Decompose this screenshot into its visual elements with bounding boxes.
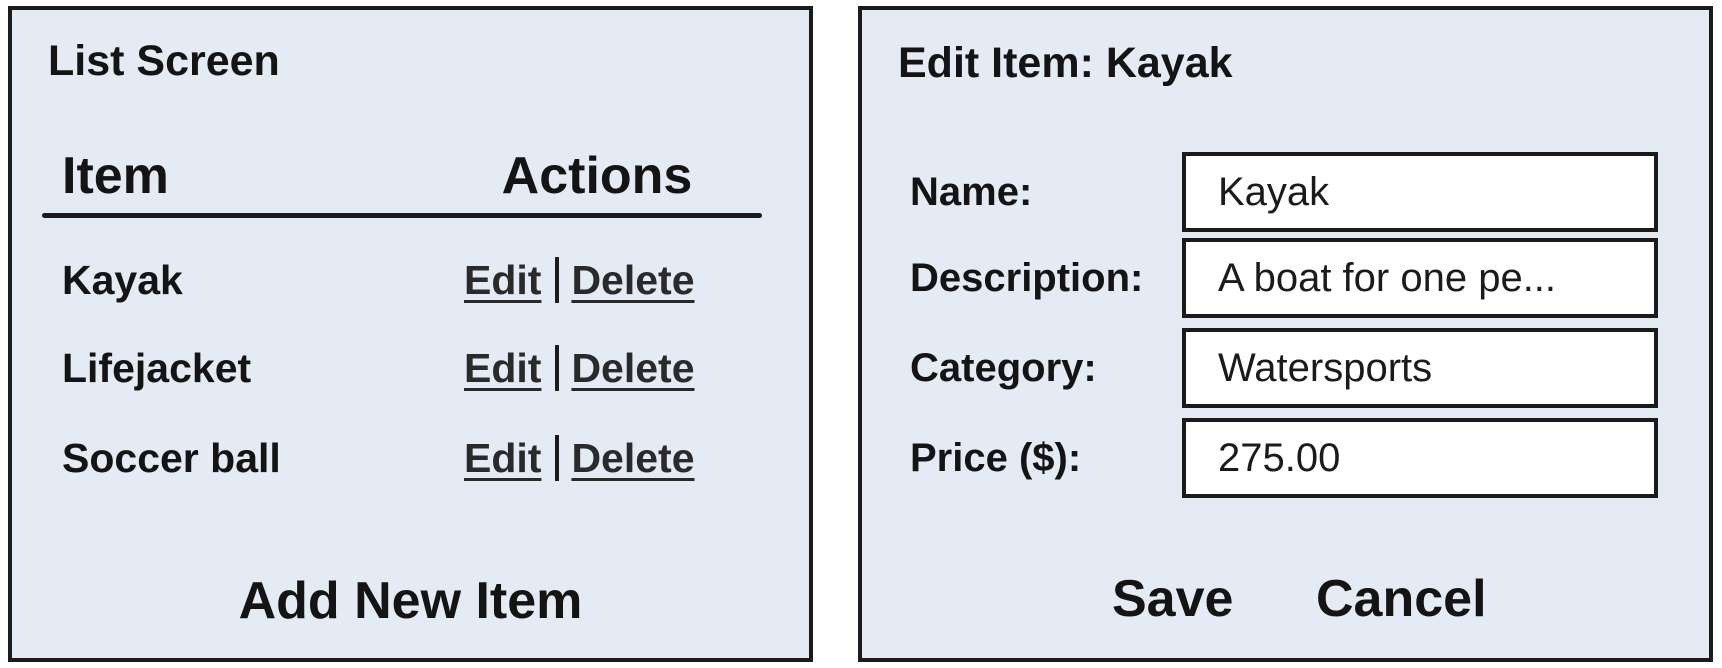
list-item: Kayak Edit Delete: [12, 250, 809, 310]
edit-link[interactable]: Edit: [464, 437, 541, 479]
cancel-button[interactable]: Cancel: [1316, 573, 1487, 625]
list-item-actions: Edit Delete: [464, 428, 695, 488]
action-separator: [555, 257, 560, 303]
delete-link[interactable]: Delete: [571, 347, 694, 389]
category-field[interactable]: Watersports: [1182, 328, 1658, 408]
action-separator: [555, 435, 560, 481]
category-label: Category:: [910, 345, 1097, 390]
edit-link[interactable]: Edit: [464, 347, 541, 389]
delete-link[interactable]: Delete: [571, 259, 694, 301]
list-item-actions: Edit Delete: [464, 338, 695, 398]
add-new-item-button[interactable]: Add New Item: [12, 575, 809, 627]
name-field[interactable]: Kayak: [1182, 152, 1658, 232]
action-separator: [555, 345, 560, 391]
form-row-price: Price ($): 275.00: [862, 418, 1709, 498]
edit-item-panel: Edit Item: Kayak Name: Kayak Description…: [858, 6, 1713, 662]
price-field[interactable]: 275.00: [1182, 418, 1658, 498]
description-label: Description:: [910, 255, 1144, 300]
header-divider: [42, 213, 762, 218]
edit-link[interactable]: Edit: [464, 259, 541, 301]
delete-link[interactable]: Delete: [571, 437, 694, 479]
form-row-description: Description: A boat for one pe...: [862, 238, 1709, 318]
edit-screen-title: Edit Item: Kayak: [898, 39, 1233, 87]
list-screen-title: List Screen: [48, 37, 280, 85]
list-item-name: Kayak: [62, 257, 183, 303]
list-item-name: Lifejacket: [62, 345, 252, 391]
list-item-name: Soccer ball: [62, 435, 281, 481]
form-row-category: Category: Watersports: [862, 328, 1709, 408]
list-screen-panel: List Screen Item Actions Kayak Edit Dele…: [8, 6, 813, 662]
save-button[interactable]: Save: [1112, 573, 1233, 625]
list-item: Lifejacket Edit Delete: [12, 338, 809, 398]
price-label: Price ($):: [910, 435, 1082, 480]
list-item: Soccer ball Edit Delete: [12, 428, 809, 488]
list-item-actions: Edit Delete: [464, 250, 695, 310]
description-field[interactable]: A boat for one pe...: [1182, 238, 1658, 318]
name-label: Name:: [910, 169, 1033, 214]
form-row-name: Name: Kayak: [862, 152, 1709, 232]
